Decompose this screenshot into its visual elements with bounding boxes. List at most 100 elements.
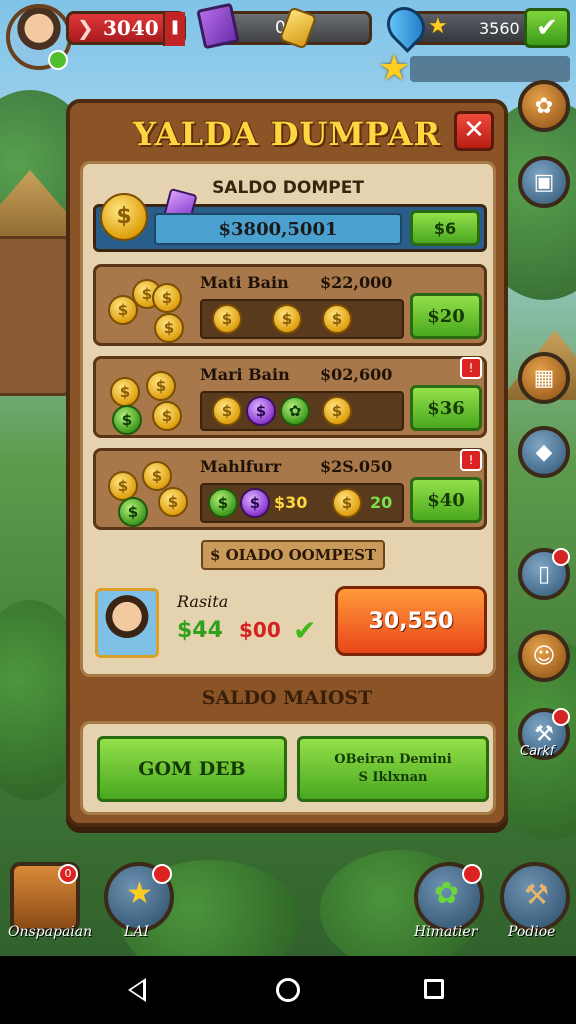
hammer-icon: ⚒ — [524, 878, 550, 911]
avatar-level-badge — [48, 50, 68, 70]
face-icon: ☺ — [532, 643, 556, 669]
tray-right-value: 20 — [370, 493, 393, 512]
coin-pile-icon: $ $ $ $ — [102, 273, 190, 343]
cube-icon: ▣ — [533, 169, 555, 195]
offer-buy-label: $40 — [427, 489, 465, 511]
nav-inventory-label: Onspapaian — [8, 924, 93, 940]
nav-tools-label: Podioe — [508, 924, 556, 940]
coin-icon: $ — [100, 193, 148, 241]
primary-action-label: GOM DEB — [138, 758, 246, 780]
coin-icon: $ — [322, 396, 352, 426]
back-icon[interactable] — [128, 978, 146, 1002]
lives-value: 3040 — [103, 16, 159, 40]
offer-card[interactable]: $ $ $ $ Mahlfurr $2S.050 $ $ $30 $ 20 $4… — [93, 448, 487, 530]
side-chest-button[interactable]: ▦ — [518, 352, 570, 404]
nav-quests-button[interactable]: ★ — [104, 862, 174, 932]
nav-badge: 0 — [58, 864, 78, 884]
coin-icon: $ — [332, 488, 362, 518]
recent-apps-icon[interactable] — [424, 979, 444, 999]
offer-price: $2S.050 — [320, 457, 393, 476]
offer-price: $22,000 — [320, 273, 393, 292]
bottom-actions-panel: GOM DEB OBeiran Demini S Iklxnan — [80, 721, 496, 815]
notification-dot — [552, 708, 570, 726]
coin-icon: $ — [272, 304, 302, 334]
offer-hot-badge: ! — [460, 449, 482, 471]
arrow-icon: ❯ — [77, 16, 94, 40]
close-button[interactable]: ✕ — [454, 111, 494, 151]
coin-icon: $ — [212, 304, 242, 334]
offer-name: Mati Bain — [200, 273, 289, 292]
player-avatar — [95, 588, 159, 658]
player-green-value: $44 — [177, 618, 223, 643]
gear-icon: ✿ — [534, 93, 554, 119]
offer-card[interactable]: $ $ $ $ Mati Bain $22,000 $ $ $ $20 — [93, 264, 487, 346]
side-cube-button[interactable]: ▣ — [518, 156, 570, 208]
secondary-action-button[interactable]: OBeiran Demini S Iklxnan — [297, 736, 489, 802]
coin-icon: $ — [212, 396, 242, 426]
lives-tag-icon: ❚ — [163, 12, 185, 46]
hammer-icon: ⚒ — [534, 721, 554, 747]
ore-icon: ◆ — [535, 439, 553, 465]
coin-icon: $ — [322, 304, 352, 334]
offer-price: $02,600 — [320, 365, 393, 384]
phone-icon: ▯ — [537, 561, 551, 587]
nav-map-label: Himatier — [414, 924, 478, 940]
offer-buy-label: $36 — [427, 397, 465, 419]
offer-buy-button[interactable]: $36 — [410, 385, 482, 431]
coin-stack-icon: $ $ $ $ — [102, 457, 190, 527]
side-settings-button[interactable]: ✿ — [518, 80, 570, 132]
wallet-balance-field: $3800,5001 — [154, 213, 402, 245]
coin-stack-icon: $ $ $ $ — [102, 365, 190, 435]
modal-title: YALDA DUMPAR — [132, 115, 442, 153]
notification-dot — [552, 548, 570, 566]
purple-coin-icon: $ — [246, 396, 276, 426]
transfer-action-button[interactable]: 30,550 — [335, 586, 487, 656]
side-ore-button[interactable]: ◆ — [518, 426, 570, 478]
home-icon[interactable] — [276, 978, 300, 1002]
side-face-button[interactable]: ☺ — [518, 630, 570, 682]
offer-tray: $ $ $30 $ 20 — [200, 483, 404, 523]
player-name: Rasita — [177, 592, 229, 611]
notification-dot — [462, 864, 482, 884]
background-hut — [0, 236, 70, 396]
transfer-action-label: 30,550 — [368, 608, 454, 634]
secondary-action-line1: OBeiran Demini — [334, 752, 452, 768]
nav-map-button[interactable]: ✿ — [414, 862, 484, 932]
player-transfer-row: Rasita $44 $00 ✔ 30,550 — [93, 586, 487, 668]
offer-tray: $ $ ✿ $ — [200, 391, 404, 431]
offer-name: Mahlfurr — [200, 457, 282, 476]
leaf-icon: ✿ — [434, 876, 460, 911]
chest-icon: ▦ — [533, 365, 555, 391]
offer-hot-badge: ! — [460, 357, 482, 379]
star-level-icon: ★ — [378, 48, 411, 89]
nav-tools-button[interactable]: ⚒ — [500, 862, 570, 932]
secondary-action-line2: S Iklxnan — [358, 770, 428, 785]
offer-buy-button[interactable]: $40 — [410, 477, 482, 523]
nav-inventory-button[interactable]: 0 — [10, 862, 80, 932]
modal-content-panel: SALDO DOMPET $ $3800,5001 $6 $ $ $ $ Mat… — [80, 161, 496, 677]
system-navigation-bar — [0, 956, 576, 1024]
offer-buy-label: $20 — [427, 305, 465, 327]
primary-action-button[interactable]: GOM DEB — [97, 736, 287, 802]
xp-progress-bar — [410, 56, 570, 82]
player-red-value: $00 — [239, 618, 281, 642]
coins-value: 3560 — [479, 18, 520, 38]
balance-subtitle: SALDO MAIOST — [201, 687, 373, 709]
side-work-label: Carkf — [520, 744, 555, 759]
notification-dot — [152, 864, 172, 884]
wallet-section-title: SALDO DOMPET — [212, 178, 364, 198]
close-icon: ✕ — [463, 115, 485, 145]
lives-counter[interactable]: ❯ 3040 ❚ — [66, 11, 186, 46]
check-icon: ✔ — [293, 614, 317, 647]
wallet-topup-label: $6 — [433, 218, 457, 238]
offer-buy-button[interactable]: $20 — [410, 293, 482, 339]
confirm-check-button[interactable]: ✔ — [524, 8, 570, 48]
wallet-banner: $ OIADO OOMPEST — [201, 540, 385, 570]
offer-name: Mari Bain — [200, 365, 290, 384]
green-leaf-icon: ✿ — [280, 396, 310, 426]
offer-card[interactable]: $ $ $ $ Mari Bain $02,600 $ $ ✿ $ $36 ! — [93, 356, 487, 438]
side-phone-button[interactable]: ▯ — [518, 548, 570, 600]
purple-coin-icon: $ — [240, 488, 270, 518]
offer-tray: $ $ $ — [200, 299, 404, 339]
wallet-topup-button[interactable]: $6 — [410, 210, 480, 246]
